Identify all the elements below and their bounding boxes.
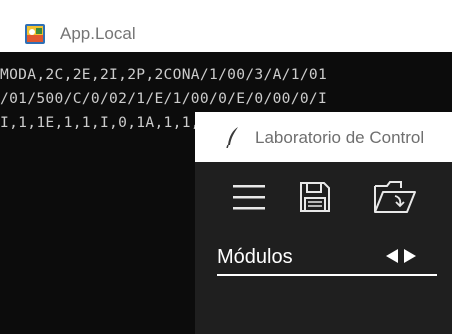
feather-icon: [225, 126, 241, 149]
lab-window-panel: Módulos: [195, 162, 452, 334]
app-icon: [24, 23, 46, 45]
lab-window-titlebar[interactable]: Laboratorio de Control: [195, 112, 452, 162]
window-title: App.Local: [60, 24, 136, 43]
modules-label: Módulos: [217, 246, 293, 268]
console-line: MODA,2C,2E,2I,2P,2CONA/1/00/3/A/1/01: [0, 66, 328, 83]
folder-open-icon[interactable]: [373, 180, 417, 214]
lab-window-title: Laboratorio de Control: [255, 128, 425, 147]
menu-icon[interactable]: [232, 182, 266, 212]
save-icon[interactable]: [299, 181, 331, 213]
left-right-arrows-icon[interactable]: [383, 246, 419, 266]
lab-control-window: Laboratorio de Control Módulos: [195, 112, 452, 334]
section-underline: [217, 274, 437, 276]
app-window: App.Local MODA,2C,2E,2I,2P,2CONA/1/00/3/…: [0, 0, 452, 334]
console-line: /01/500/C/0/02/1/E/1/00/0/E/0/00/0/I: [0, 90, 328, 107]
modules-section-header[interactable]: Módulos: [213, 236, 441, 276]
window-titlebar[interactable]: App.Local: [0, 0, 452, 53]
